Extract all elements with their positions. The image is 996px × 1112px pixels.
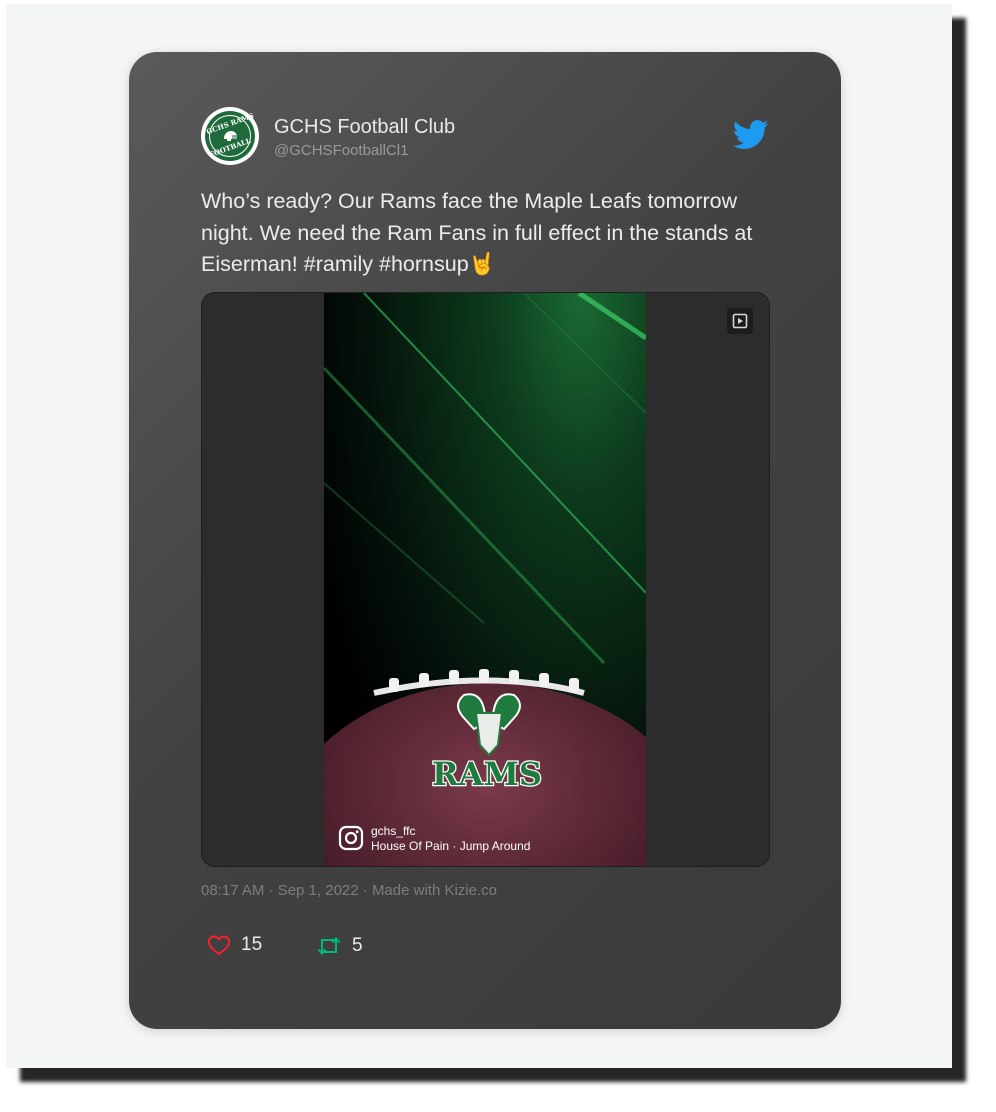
retweet-count: 5	[352, 935, 363, 956]
retweet-icon	[317, 936, 341, 956]
tweet-text: Who’s ready? Our Rams face the Maple Lea…	[201, 189, 753, 276]
heart-icon	[207, 935, 231, 956]
instagram-icon[interactable]	[338, 825, 364, 851]
rams-logo-text: RAMS	[432, 755, 542, 793]
tweet-media[interactable]: RAMS gchs_ffc House Of Pain · Jump Aroun…	[201, 292, 770, 867]
like-count: 15	[241, 934, 263, 955]
retweet-button[interactable]: 5	[316, 934, 363, 958]
tweet-timestamp[interactable]: 08:17 AM · Sep 1, 2022 · Made with Kizie…	[201, 882, 497, 899]
instagram-username[interactable]: gchs_ffc	[371, 824, 415, 838]
avatar-logo: GCHS RAMS FOOTBALL	[205, 111, 255, 161]
avatar[interactable]: GCHS RAMS FOOTBALL	[201, 107, 259, 165]
song-label: House Of Pain · Jump Around	[371, 839, 531, 853]
twitter-bird-icon[interactable]	[733, 120, 769, 150]
user-handle[interactable]: @GCHSFootballCl1	[274, 142, 408, 159]
user-name[interactable]: GCHS Football Club	[274, 116, 455, 139]
video-player[interactable]: RAMS gchs_ffc House Of Pain · Jump Aroun…	[324, 293, 646, 866]
video-frame: RAMS	[324, 293, 646, 866]
tweet-card: GCHS RAMS FOOTBALL GCHS Football Club @G…	[129, 52, 841, 1029]
embed-frame: GCHS RAMS FOOTBALL GCHS Football Club @G…	[6, 4, 952, 1068]
play-icon[interactable]	[727, 308, 753, 334]
like-button[interactable]: 15	[207, 934, 262, 956]
